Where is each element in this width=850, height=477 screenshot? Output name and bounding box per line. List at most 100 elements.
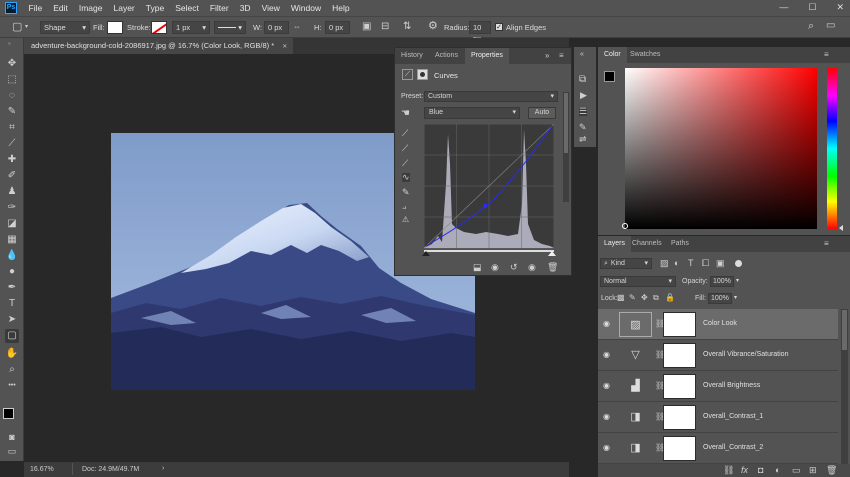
tab-paths[interactable]: Paths	[671, 236, 689, 252]
screen-mode-icon[interactable]: ▭	[5, 444, 19, 458]
history-panel-icon[interactable]: ⧉	[579, 75, 586, 85]
add-mask-icon[interactable]: ◘	[758, 466, 763, 475]
preset-select[interactable]: Custom ▾	[424, 91, 558, 102]
zoom-level[interactable]: 16.67%	[30, 466, 54, 473]
collapse-panel-icon[interactable]: »	[545, 51, 549, 60]
foreground-color-swatch[interactable]	[3, 408, 14, 419]
eyedropper-tool-icon[interactable]: ⟋	[5, 137, 19, 151]
crop-tool-icon[interactable]: ⌗	[5, 121, 19, 135]
hue-slider-handle[interactable]	[839, 225, 843, 231]
adjustment-filter-icon[interactable]: ◐	[674, 259, 679, 268]
delete-layer-icon[interactable]: 🗑	[826, 466, 837, 475]
visibility-eye-icon[interactable]: ◉	[603, 350, 610, 359]
layer-style-icon[interactable]: fx	[741, 466, 748, 475]
collapse-dock-icon[interactable]: «	[580, 51, 584, 58]
layer-mask-thumbnail[interactable]	[663, 374, 696, 399]
new-group-icon[interactable]: ▭	[792, 466, 801, 475]
menu-help[interactable]: Help	[327, 3, 355, 13]
visibility-eye-icon[interactable]: ◉	[603, 381, 610, 390]
panel-menu-icon[interactable]: ≡	[824, 50, 829, 59]
layer-name[interactable]: Overall Vibrance/Saturation	[703, 351, 788, 358]
pen-tool-icon[interactable]: ✒	[5, 281, 19, 295]
panel-menu-icon[interactable]: ≡	[559, 51, 564, 60]
tab-history[interactable]: History	[401, 48, 423, 64]
opacity-dropdown-icon[interactable]: ▾	[736, 277, 739, 284]
pencil-icon[interactable]: ✎	[402, 188, 410, 197]
smart-object-filter-icon[interactable]: ▣	[716, 259, 725, 268]
new-adjustment-layer-icon[interactable]: ◐	[775, 466, 780, 475]
move-tool-icon[interactable]: ✥	[5, 57, 19, 71]
clipping-warning-icon[interactable]: ⚠	[402, 216, 409, 224]
tab-actions[interactable]: Actions	[435, 48, 458, 64]
fill-dropdown-icon[interactable]: ▾	[734, 294, 737, 301]
curves-graph[interactable]	[424, 124, 554, 252]
black-point-eyedropper-icon[interactable]: ⟋	[402, 129, 408, 138]
visibility-eye-icon[interactable]: ◉	[603, 443, 610, 452]
lock-all-icon[interactable]: 🔒	[665, 294, 675, 302]
close-icon[interactable]: ✕	[836, 2, 844, 13]
gear-icon[interactable]: ⚙	[428, 21, 438, 32]
visibility-icon[interactable]: ◉	[528, 263, 536, 272]
properties-panel-icon[interactable]: ☰	[579, 107, 588, 116]
collapse-icon[interactable]: »	[8, 41, 11, 47]
lock-artboard-icon[interactable]: ⧉	[653, 294, 659, 302]
workspace-icon[interactable]: ▭	[826, 21, 835, 31]
channel-select[interactable]: Blue ▾	[424, 107, 520, 119]
maximize-icon[interactable]: ☐	[808, 2, 816, 13]
blur-tool-icon[interactable]: 💧	[5, 249, 19, 263]
more-tools-icon[interactable]: •••	[5, 379, 19, 393]
menu-image[interactable]: Image	[73, 3, 108, 13]
smooth-icon[interactable]: ⟓	[402, 202, 406, 211]
lock-position-icon[interactable]: ✥	[641, 294, 648, 302]
gray-point-eyedropper-icon[interactable]: ⟋	[402, 144, 408, 153]
clip-to-layer-icon[interactable]: ⬓	[473, 263, 482, 272]
link-icon[interactable]: ⇔	[293, 23, 301, 31]
visibility-eye-icon[interactable]: ◉	[603, 319, 610, 328]
shape-mode-select[interactable]: Shape ▾	[40, 21, 90, 34]
mask-icon[interactable]	[417, 69, 428, 80]
align-edges-checkbox[interactable]: ✓	[495, 23, 503, 31]
filter-toggle[interactable]	[735, 260, 742, 267]
layer-row-4[interactable]: ◉ ◨ ⛓ Overall_Contrast_2	[598, 433, 838, 464]
white-point-eyedropper-icon[interactable]: ⟋	[402, 159, 408, 168]
eraser-tool-icon[interactable]: ◪	[5, 217, 19, 231]
healing-brush-tool-icon[interactable]: ✚	[5, 153, 19, 167]
fill-swatch[interactable]	[107, 21, 123, 34]
visibility-eye-icon[interactable]: ◉	[603, 412, 610, 421]
layer-row-1[interactable]: ◉ ▽ ⛓ Overall Vibrance/Saturation	[598, 340, 838, 371]
menu-file[interactable]: File	[23, 3, 48, 13]
document-tab[interactable]: adventure-background-cold-2086917.jpg @ …	[24, 38, 294, 54]
fill-field[interactable]: 100%	[708, 293, 732, 304]
hand-tool-icon[interactable]: ✋	[5, 347, 19, 361]
layer-mask-thumbnail[interactable]	[663, 405, 696, 430]
menu-filter[interactable]: Filter	[204, 3, 234, 13]
menu-3d[interactable]: 3D	[234, 3, 256, 13]
layer-name[interactable]: Color Look	[703, 320, 737, 327]
brush-tool-icon[interactable]: ✐	[5, 169, 19, 183]
gradient-tool-icon[interactable]: ▦	[5, 233, 19, 247]
layer-row-0[interactable]: ◉ ▨ ⛓ Color Look	[598, 309, 838, 340]
tab-color[interactable]: Color	[598, 47, 627, 63]
clone-stamp-tool-icon[interactable]: ♟	[5, 185, 19, 199]
blend-mode-select[interactable]: Normal ▾	[600, 276, 676, 287]
menu-edit[interactable]: Edit	[48, 3, 74, 13]
color-field[interactable]	[625, 68, 817, 229]
panel-menu-icon[interactable]: ≡	[824, 239, 829, 248]
color-picker-cursor[interactable]	[622, 223, 628, 229]
brush-settings-icon[interactable]: ✎	[579, 123, 587, 132]
menu-window[interactable]: Window	[285, 3, 326, 13]
status-menu-arrow[interactable]: ›	[162, 465, 164, 472]
layer-name[interactable]: Overall_Contrast_1	[703, 413, 763, 420]
close-tab-icon[interactable]: ✕	[282, 44, 287, 50]
menu-type[interactable]: Type	[140, 3, 169, 13]
black-point-slider[interactable]	[422, 251, 430, 256]
tab-channels[interactable]: Channels	[632, 236, 662, 252]
stroke-swatch[interactable]	[151, 21, 167, 34]
minimize-icon[interactable]: —	[779, 2, 788, 13]
layers-scrollbar[interactable]	[841, 309, 848, 464]
width-field[interactable]: 0 px	[264, 21, 289, 34]
menu-layer[interactable]: Layer	[108, 3, 140, 13]
stroke-type-select[interactable]: ▾	[214, 21, 246, 34]
actions-panel-icon[interactable]: ▶	[580, 91, 587, 100]
path-selection-tool-icon[interactable]: ➤	[5, 313, 19, 327]
